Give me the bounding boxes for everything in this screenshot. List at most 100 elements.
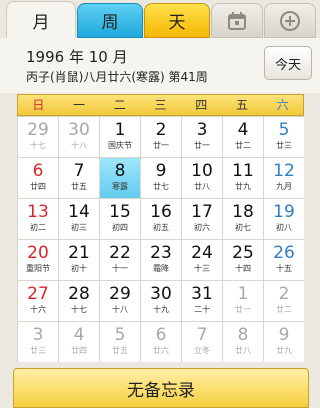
day-number: 4 [237, 120, 249, 140]
day-cell[interactable]: 26 十五 [264, 240, 304, 280]
day-cell[interactable]: 12 九月 [264, 158, 304, 198]
day-cell[interactable]: 9 廿七 [141, 158, 181, 198]
lunar-label: 廿五 [112, 346, 128, 355]
weekday-saturday: 六 [276, 98, 289, 112]
lunar-label: 十三 [194, 264, 210, 273]
day-number: 6 [155, 325, 167, 345]
day-number: 1 [114, 120, 126, 140]
day-cell[interactable]: 4 廿二 [223, 117, 263, 157]
weekday-tuesday: 二 [113, 98, 126, 112]
day-cell[interactable]: 10 廿八 [182, 158, 222, 198]
today-button[interactable]: 今天 [264, 46, 312, 80]
lunar-date: 丙子(肖鼠)八月廿六(寒露) 第41周 [26, 70, 208, 84]
day-cell[interactable]: 31 二十 [182, 281, 222, 321]
day-cell[interactable]: 27 十六 [18, 281, 58, 321]
weekday-monday: 一 [73, 98, 86, 112]
day-cell[interactable]: 8 廿八 [223, 322, 263, 362]
day-cell[interactable]: 21 初十 [59, 240, 99, 280]
day-number: 27 [27, 284, 49, 304]
day-cell[interactable]: 5 廿三 [264, 117, 304, 157]
lunar-label: 廿二 [235, 141, 251, 150]
day-cell-selected[interactable]: 8 寒露 [100, 158, 140, 198]
lunar-label: 十九 [153, 305, 169, 314]
day-cell[interactable]: 29 十八 [100, 281, 140, 321]
day-cell[interactable]: 30 十八 [59, 117, 99, 157]
lunar-label: 重阳节 [26, 264, 50, 273]
day-number: 14 [68, 202, 90, 222]
lunar-label: 廿一 [194, 141, 210, 150]
memo-bar[interactable]: 无备忘录 [13, 368, 309, 408]
day-number: 30 [68, 120, 90, 140]
tab-day[interactable]: 天 [144, 3, 210, 38]
calendar-grid: 29 十七 30 十八 1 国庆节 2 廿一 3 廿一 4 廿二 5 廿三 6 廿四 7 廿五 8 寒露 9 廿七 10 廿八… [17, 116, 304, 362]
day-cell[interactable]: 6 廿六 [141, 322, 181, 362]
lunar-label: 十六 [30, 305, 46, 314]
day-cell[interactable]: 7 立冬 [182, 322, 222, 362]
day-cell[interactable]: 9 廿九 [264, 322, 304, 362]
day-cell[interactable]: 2 廿一 [141, 117, 181, 157]
lunar-label: 廿一 [153, 141, 169, 150]
day-cell[interactable]: 29 十七 [18, 117, 58, 157]
day-cell[interactable]: 17 初六 [182, 199, 222, 239]
day-cell[interactable]: 2 廿二 [264, 281, 304, 321]
lunar-label: 廿三 [276, 141, 292, 150]
day-number: 4 [73, 325, 85, 345]
day-number: 31 [191, 284, 213, 304]
day-cell[interactable]: 28 十七 [59, 281, 99, 321]
day-cell[interactable]: 18 初七 [223, 199, 263, 239]
day-cell[interactable]: 24 十三 [182, 240, 222, 280]
day-cell[interactable]: 16 初五 [141, 199, 181, 239]
day-cell[interactable]: 11 廿九 [223, 158, 263, 198]
day-number: 1 [237, 284, 249, 304]
weekday-header: 日 一 二 三 四 五 六 [17, 94, 304, 116]
day-cell[interactable]: 19 初八 [264, 199, 304, 239]
lunar-label: 十七 [71, 305, 87, 314]
lunar-label: 初二 [30, 223, 46, 232]
lunar-label: 廿二 [276, 305, 292, 314]
tab-month[interactable]: 月 [6, 1, 76, 38]
view-tabs: 月 周 天 [0, 0, 320, 38]
day-number: 22 [109, 243, 131, 263]
day-number: 7 [73, 161, 85, 181]
add-button[interactable] [264, 3, 316, 38]
day-cell[interactable]: 5 廿五 [100, 322, 140, 362]
lunar-label: 十八 [71, 141, 87, 150]
day-cell[interactable]: 22 十一 [100, 240, 140, 280]
day-number: 28 [68, 284, 90, 304]
day-number: 10 [191, 161, 213, 181]
day-cell[interactable]: 13 初二 [18, 199, 58, 239]
lunar-label: 国庆节 [108, 141, 132, 150]
day-cell[interactable]: 14 初三 [59, 199, 99, 239]
day-number: 12 [273, 161, 295, 181]
lunar-label: 初十 [71, 264, 87, 273]
day-number: 3 [196, 120, 208, 140]
day-cell[interactable]: 30 十九 [141, 281, 181, 321]
lunar-label: 廿一 [235, 305, 251, 314]
calendar-icon [228, 11, 246, 30]
day-number: 2 [155, 120, 167, 140]
day-cell[interactable]: 1 国庆节 [100, 117, 140, 157]
day-cell[interactable]: 4 廿四 [59, 322, 99, 362]
lunar-label: 廿三 [30, 346, 46, 355]
day-cell[interactable]: 3 廿一 [182, 117, 222, 157]
day-cell[interactable]: 6 廿四 [18, 158, 58, 198]
day-cell[interactable]: 20 重阳节 [18, 240, 58, 280]
lunar-label: 廿九 [276, 346, 292, 355]
day-cell[interactable]: 23 霜降 [141, 240, 181, 280]
day-number: 24 [191, 243, 213, 263]
tab-week[interactable]: 周 [77, 3, 143, 38]
lunar-label: 立冬 [194, 346, 210, 355]
day-number: 7 [196, 325, 208, 345]
plus-circle-icon [280, 10, 300, 31]
day-cell[interactable]: 15 初四 [100, 199, 140, 239]
lunar-label: 十七 [30, 141, 46, 150]
day-number: 23 [150, 243, 172, 263]
lunar-label: 廿四 [71, 346, 87, 355]
day-cell[interactable]: 25 十四 [223, 240, 263, 280]
day-cell[interactable]: 1 廿一 [223, 281, 263, 321]
day-cell[interactable]: 7 廿五 [59, 158, 99, 198]
day-cell[interactable]: 3 廿三 [18, 322, 58, 362]
day-number: 5 [114, 325, 126, 345]
calendar-button[interactable] [211, 3, 263, 38]
lunar-label: 十四 [235, 264, 251, 273]
